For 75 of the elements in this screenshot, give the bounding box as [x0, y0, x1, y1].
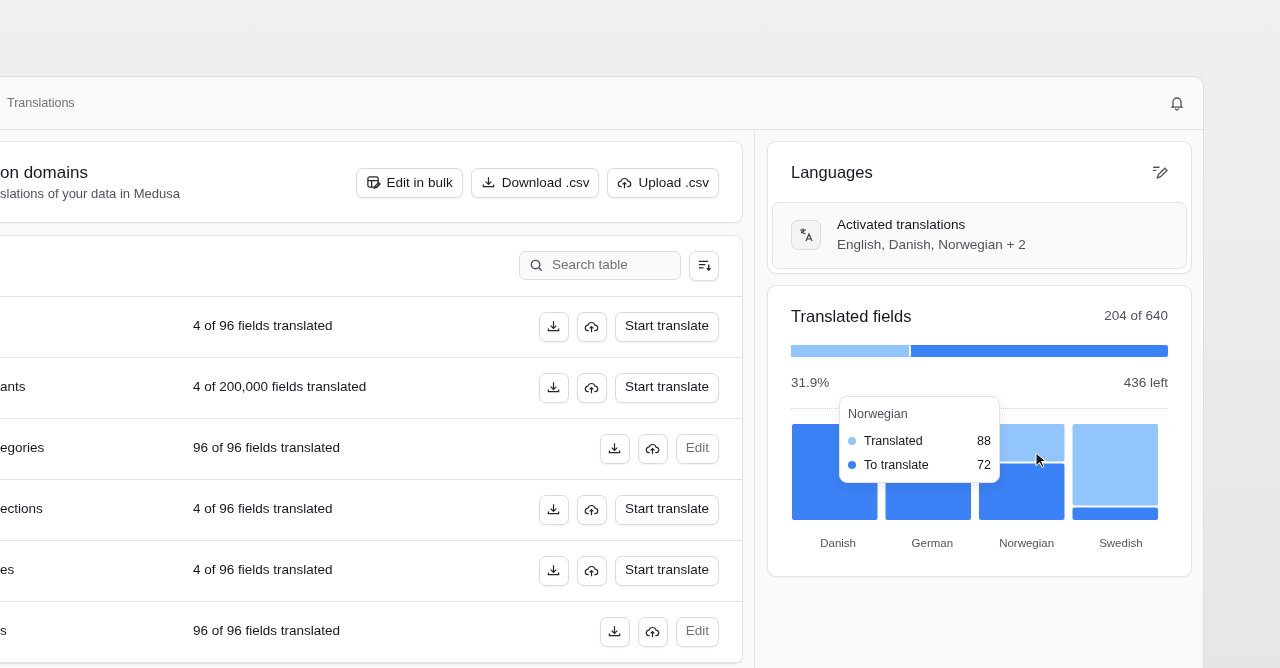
cloud-upload-icon	[584, 563, 600, 578]
list-item[interactable]: Activated translations English, Danish, Norwegian + 2	[772, 202, 1187, 269]
edit-button[interactable]: Edit	[675, 616, 719, 647]
axis-label: Danish	[819, 535, 858, 551]
action-button[interactable]: Upload .csv	[607, 167, 719, 198]
download-icon	[546, 380, 562, 395]
card-title: Languages	[791, 161, 873, 183]
download-button[interactable]	[599, 433, 630, 464]
download-icon	[607, 624, 623, 639]
legend-label: To translate	[864, 456, 930, 474]
edit-icon[interactable]	[1151, 163, 1168, 181]
breadcrumb[interactable]: Translations	[7, 93, 75, 113]
cloud-upload-icon	[617, 175, 633, 191]
translate-icon	[798, 227, 814, 244]
cloud-upload-icon	[645, 624, 661, 639]
table-cell: 4 of 96 fields translated	[193, 501, 333, 517]
field-count: 204 of 640	[1104, 306, 1168, 325]
legend-label: Translated	[864, 432, 924, 450]
sort-button[interactable]	[689, 250, 719, 281]
upload-button[interactable]	[637, 433, 668, 464]
edit-button[interactable]: Edit	[675, 433, 719, 464]
sort-icon	[696, 258, 712, 273]
table-cell: s	[0, 623, 7, 639]
download-button[interactable]	[538, 494, 569, 525]
table-cell: ants	[0, 379, 26, 395]
search-input[interactable]: Search table	[550, 254, 670, 277]
page-title: on domains	[0, 162, 89, 184]
cursor-icon	[1035, 451, 1047, 469]
download-icon	[607, 441, 623, 456]
table-cell: 96 of 96 fields translated	[193, 440, 341, 456]
action-button[interactable]: Download .csv	[470, 167, 600, 198]
cloud-upload-icon	[584, 380, 600, 395]
cloud-upload-icon	[584, 319, 600, 334]
table-cell: egories	[0, 440, 45, 456]
download-button[interactable]	[538, 311, 569, 342]
legend-value: 72	[977, 456, 991, 474]
start-translate-button[interactable]: Start translate	[614, 372, 719, 403]
start-translate-button[interactable]: Start translate	[614, 494, 719, 525]
search-icon	[529, 258, 544, 273]
remaining-count: 436 left	[1123, 374, 1168, 393]
action-button[interactable]: Edit in bulk	[355, 167, 463, 198]
upload-button[interactable]	[637, 616, 668, 647]
download-button[interactable]	[538, 372, 569, 403]
legend-value: 88	[977, 432, 991, 450]
download-icon	[546, 563, 562, 578]
page-subtitle: slations of your data in Medusa	[0, 185, 180, 203]
table-cell: ections	[0, 501, 43, 517]
card-title: Translated fields	[791, 305, 912, 327]
percentage: 31.9%	[791, 374, 830, 393]
download-button[interactable]	[538, 555, 569, 586]
download-icon	[546, 319, 562, 334]
cloud-upload-icon	[584, 502, 600, 517]
table-edit-icon	[365, 175, 381, 191]
table-cell: es	[0, 562, 15, 578]
start-translate-button[interactable]: Start translate	[614, 311, 719, 342]
cloud-upload-icon	[645, 441, 661, 456]
upload-button[interactable]	[576, 494, 607, 525]
download-icon	[546, 502, 562, 517]
tooltip-title: Norwegian	[848, 405, 909, 423]
item-subtitle: English, Danish, Norwegian + 2	[837, 236, 1026, 255]
upload-button[interactable]	[576, 311, 607, 342]
axis-label: Norwegian	[998, 535, 1056, 551]
table-cell: 4 of 200,000 fields translated	[193, 379, 367, 395]
table-cell: 4 of 96 fields translated	[193, 318, 333, 334]
table-cell: 4 of 96 fields translated	[193, 562, 333, 578]
table-cell: 96 of 96 fields translated	[193, 623, 341, 639]
search-field[interactable]: Search table	[519, 251, 681, 280]
axis-label: Swedish	[1098, 535, 1144, 551]
axis-label: German	[910, 535, 955, 551]
item-title: Activated translations	[837, 216, 967, 234]
start-translate-button[interactable]: Start translate	[614, 555, 719, 586]
download-button[interactable]	[599, 616, 630, 647]
upload-button[interactable]	[576, 372, 607, 403]
upload-button[interactable]	[576, 555, 607, 586]
notification-bell-icon[interactable]	[1169, 95, 1185, 111]
